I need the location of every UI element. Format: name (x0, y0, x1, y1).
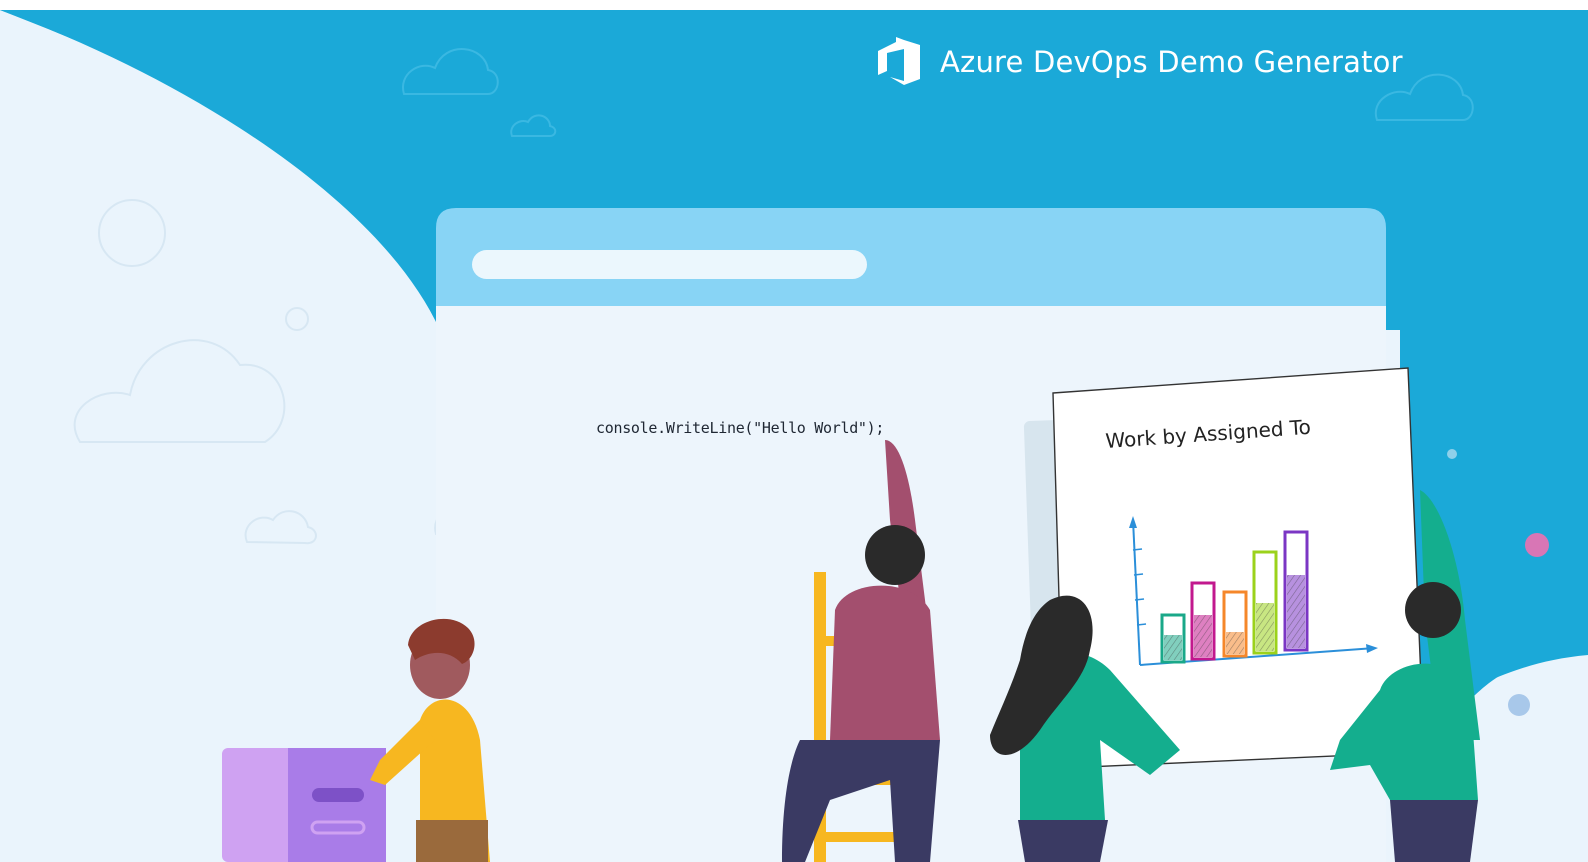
azure-devops-logo-icon (878, 37, 920, 85)
board-bar-hatch (1226, 632, 1244, 654)
board-bar-hatch (1164, 635, 1182, 660)
code-snippet: console.WriteLine("Hello World"); (596, 419, 885, 437)
header-brand[interactable]: Azure DevOps Demo Generator (874, 36, 1403, 88)
accent-dot-blue (1508, 694, 1530, 716)
board-bar-hatch (1194, 615, 1212, 657)
top-edge (0, 0, 1588, 10)
board-bar-hatch (1287, 575, 1305, 648)
address-bar (472, 250, 867, 279)
accent-dot-small (1447, 449, 1457, 459)
accent-dot (1525, 533, 1549, 557)
board-bar-hatch (1256, 603, 1274, 651)
app-title: Azure DevOps Demo Generator (940, 45, 1403, 79)
